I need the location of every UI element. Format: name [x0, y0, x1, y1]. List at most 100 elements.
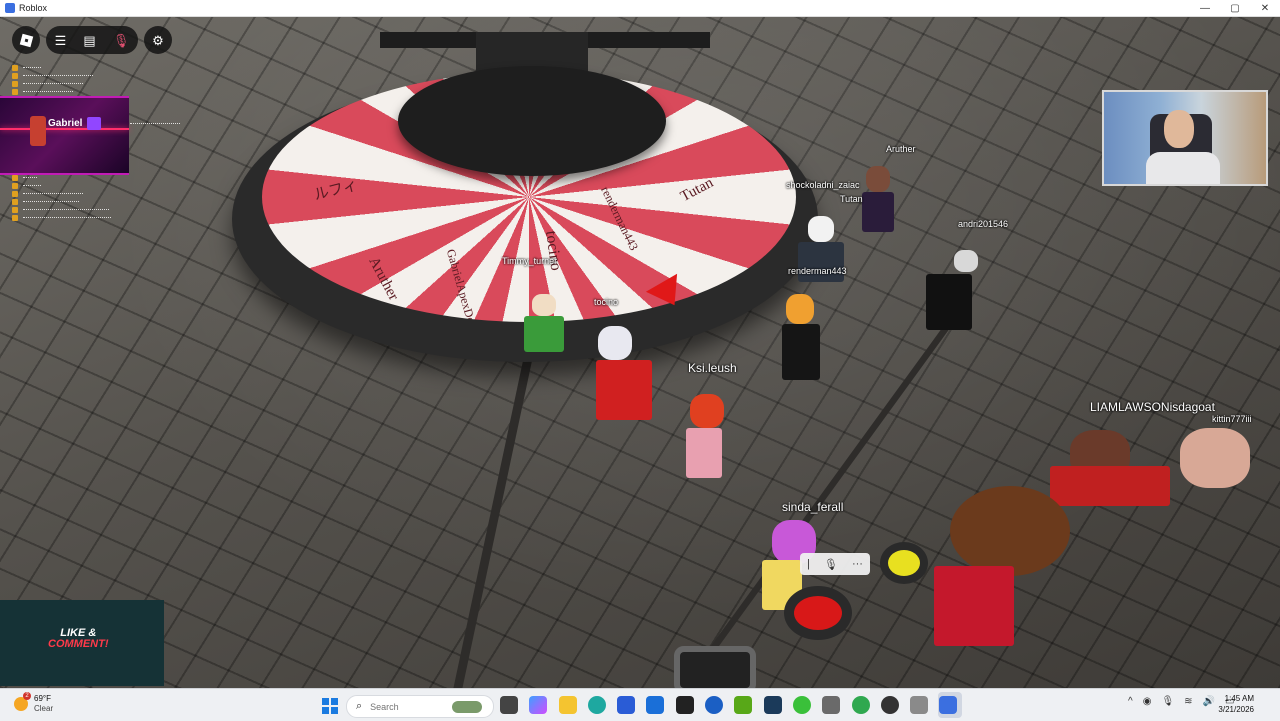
network-icon[interactable]: ◉	[1143, 696, 1152, 707]
floor-seam	[451, 336, 538, 688]
player-nametag: kittin777iii	[1212, 414, 1252, 424]
avatar-body	[926, 274, 972, 330]
maximize-button[interactable]: ▢	[1220, 0, 1250, 16]
search-input[interactable]	[368, 700, 453, 713]
player-avatar[interactable]	[790, 216, 850, 306]
wheel-entry-name: renderman443	[598, 184, 642, 253]
avatar-figure	[30, 116, 46, 146]
floor-button-red[interactable]	[794, 596, 842, 630]
chat-message	[12, 80, 83, 87]
webcam-overlay	[1102, 90, 1268, 186]
taskbar-clock[interactable]: 1:45 AM 3/21/2026	[1218, 693, 1254, 715]
minimize-button[interactable]: —	[1190, 0, 1220, 16]
lock-icon	[12, 88, 18, 95]
settings-button[interactable]: ⚙	[144, 26, 172, 54]
lock-icon	[12, 72, 18, 79]
weather-widget[interactable]: 2 69°F Clear	[14, 692, 53, 714]
task-view-icon[interactable]	[500, 696, 518, 714]
twitch-icon	[87, 117, 101, 130]
avatar-head	[866, 166, 890, 192]
search-icon: ⌕	[356, 700, 363, 712]
close-button[interactable]: ✕	[1250, 0, 1280, 16]
chat-message	[130, 120, 180, 127]
notification-badge: 2	[23, 692, 31, 700]
lock-icon	[12, 206, 18, 213]
game-viewport[interactable]: Aruther GabrielApexDev tocino renderman4…	[0, 16, 1280, 688]
edge-browser-icon[interactable]	[587, 696, 606, 714]
player-avatar[interactable]	[1050, 426, 1250, 526]
tray-expand-icon[interactable]: ^	[1128, 696, 1133, 707]
avatar-head	[1180, 428, 1250, 488]
avatar-body	[862, 192, 894, 232]
avatar-body	[762, 560, 802, 610]
roblox-topbar-pill: ☰ ▤ 🎙	[46, 26, 138, 54]
floor-button-pad	[680, 652, 750, 688]
microphone-icon[interactable]: 🎙	[113, 34, 130, 47]
avatar-body	[934, 566, 1014, 646]
store-icon[interactable]	[617, 696, 636, 714]
window-title: Roblox	[19, 3, 48, 13]
volume-icon[interactable]: 🔊	[1203, 696, 1215, 707]
microphone-icon[interactable]: 🎙	[824, 558, 838, 571]
more-options-icon[interactable]: ···	[852, 558, 863, 570]
roblox-app-icon	[5, 3, 15, 13]
nvidia-icon[interactable]	[734, 696, 753, 714]
twitch-overlay: Gabriel	[0, 96, 129, 175]
copilot-icon[interactable]	[529, 696, 548, 714]
chat-message	[12, 206, 109, 213]
gear-icon: ⚙	[152, 32, 164, 48]
like-comment-overlay: LIKE & COMMENT!	[0, 600, 164, 686]
microphone-tray-icon[interactable]: 🎙	[1161, 696, 1174, 707]
terminal-icon[interactable]	[675, 696, 694, 714]
player-avatar[interactable]	[522, 294, 566, 374]
voice-handle-icon: |	[807, 558, 810, 570]
lock-icon	[12, 190, 18, 197]
chrome-icon[interactable]	[851, 696, 870, 714]
wheel-entry-name: GabrielApexDev	[443, 247, 480, 322]
floor-button-yellow[interactable]	[888, 550, 920, 576]
player-nametag: Aruther	[886, 144, 916, 154]
obs-icon[interactable]	[880, 696, 899, 714]
hamburger-menu-icon[interactable]: ☰	[55, 34, 67, 47]
roblox-taskbar-icon[interactable]	[939, 696, 958, 714]
player-avatar[interactable]	[858, 166, 898, 256]
voice-chat-bar: | 🎙 ···	[800, 553, 870, 575]
player-avatar[interactable]	[588, 326, 658, 436]
file-explorer-icon[interactable]	[558, 696, 577, 714]
chat-icon[interactable]: ▤	[83, 34, 95, 47]
start-button[interactable]	[322, 698, 338, 714]
streamer-shirt	[1146, 152, 1220, 184]
avatar-body	[596, 360, 652, 420]
lock-icon	[12, 80, 18, 87]
player-avatar[interactable]	[770, 294, 830, 388]
roblox-menu-button[interactable]	[12, 26, 40, 54]
player-avatar[interactable]	[672, 394, 742, 484]
mail-icon[interactable]	[646, 696, 665, 714]
clock-time: 1:45 AM	[1224, 694, 1254, 703]
clock-date: 3/21/2026	[1218, 705, 1254, 714]
roblox-logo-icon	[19, 33, 33, 47]
player-avatar[interactable]	[920, 486, 1080, 656]
chat-message	[12, 198, 79, 205]
photo-tool-icon[interactable]	[822, 696, 841, 714]
camera-icon[interactable]	[910, 696, 929, 714]
player-avatar[interactable]	[918, 248, 978, 338]
weather-temp: 69°F	[34, 694, 51, 703]
player-nametag: Tutan	[840, 194, 863, 204]
security-app-icon[interactable]	[705, 696, 724, 714]
chat-app-icon[interactable]	[792, 696, 811, 714]
comment-text: COMMENT!	[48, 638, 109, 650]
player-nametag: tocino	[594, 297, 619, 307]
avatar-head	[954, 250, 978, 272]
windows-taskbar: 2 69°F Clear ⌕ ^ ◉ 🎙 ≋ 🔊 ▭	[0, 688, 1280, 721]
player-nametag: sinda_ferall	[782, 500, 844, 514]
chat-message	[12, 190, 83, 197]
avatar-body	[686, 428, 722, 478]
chat-message	[12, 174, 37, 181]
chat-message	[12, 64, 41, 71]
steam-like-icon[interactable]	[763, 696, 782, 714]
taskbar-search[interactable]: ⌕	[346, 695, 494, 718]
wifi-icon[interactable]: ≋	[1184, 696, 1192, 707]
avatar-head	[690, 394, 724, 428]
avatar-head	[808, 216, 834, 242]
